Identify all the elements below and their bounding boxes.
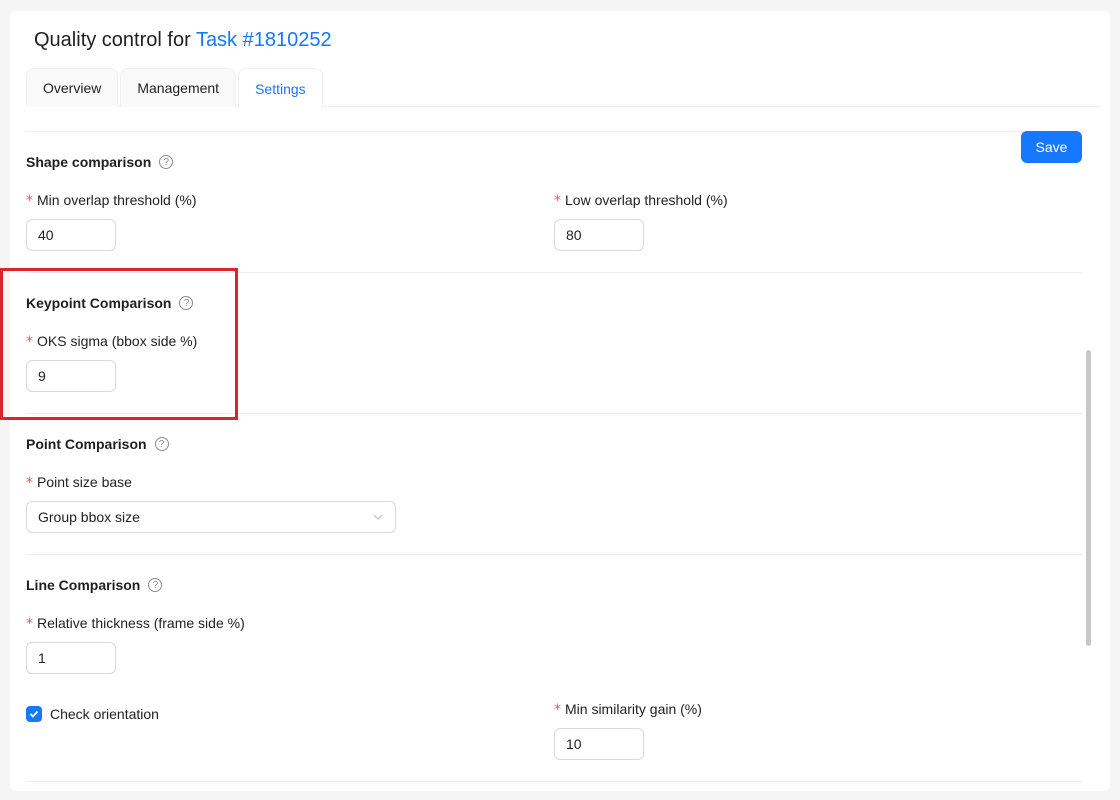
required-mark: * [554, 193, 561, 209]
min-similarity-gain-label-text: Min similarity gain (%) [565, 701, 702, 717]
oks-sigma-input[interactable] [26, 360, 116, 392]
min-similarity-gain-input[interactable] [554, 728, 644, 760]
help-icon[interactable]: ? [154, 437, 169, 451]
page-title-prefix: Quality control for [34, 29, 191, 51]
line-comparison-label: Line Comparison [26, 577, 141, 593]
point-comparison-label: Point Comparison [26, 436, 147, 452]
required-mark: * [26, 475, 33, 491]
keypoint-comparison-label: Keypoint Comparison [26, 295, 172, 311]
divider [26, 781, 1082, 782]
settings-panel: Save Shape comparison ? * Min overlap thr… [10, 108, 1110, 791]
divider [26, 272, 1082, 273]
tab-settings[interactable]: Settings [238, 68, 323, 108]
page-title: Quality control for Task #1810252 [34, 29, 332, 52]
help-icon[interactable]: ? [148, 578, 163, 592]
min-overlap-label-text: Min overlap threshold (%) [37, 192, 197, 208]
oks-sigma-label-text: OKS sigma (bbox side %) [37, 333, 198, 349]
line-comparison-title: Line Comparison ? [26, 577, 163, 593]
tab-overview[interactable]: Overview [26, 68, 119, 107]
shape-comparison-label: Shape comparison [26, 154, 152, 170]
relative-thickness-label: * Relative thickness (frame side %) [26, 615, 245, 632]
low-overlap-label: * Low overlap threshold (%) [554, 192, 728, 209]
point-size-base-label: * Point size base [26, 474, 132, 491]
checkmark-icon [29, 710, 39, 718]
help-icon[interactable]: ? [159, 155, 174, 169]
chevron-down-icon [373, 514, 383, 520]
tab-bar: Overview Management Settings [26, 68, 1100, 108]
required-mark: * [26, 616, 33, 632]
checkbox-checked-icon[interactable] [26, 706, 42, 722]
min-overlap-label: * Min overlap threshold (%) [26, 192, 197, 209]
shape-comparison-title: Shape comparison ? [26, 154, 174, 170]
required-mark: * [554, 702, 561, 718]
help-icon[interactable]: ? [179, 296, 194, 310]
point-size-base-select[interactable]: Group bbox size [26, 501, 396, 533]
check-orientation-checkbox[interactable]: Check orientation [26, 706, 159, 722]
low-overlap-label-text: Low overlap threshold (%) [565, 192, 728, 208]
check-orientation-label: Check orientation [50, 706, 159, 722]
divider [26, 413, 1082, 414]
relative-thickness-input[interactable] [26, 642, 116, 674]
quality-control-card: Quality control for Task #1810252 Overvi… [10, 11, 1110, 791]
required-mark: * [26, 334, 33, 350]
keypoint-comparison-title: Keypoint Comparison ? [26, 295, 194, 311]
divider [26, 554, 1082, 555]
save-button[interactable]: Save [1021, 131, 1082, 163]
task-link[interactable]: Task #1810252 [196, 29, 332, 51]
min-similarity-gain-label: * Min similarity gain (%) [554, 701, 702, 718]
oks-sigma-label: * OKS sigma (bbox side %) [26, 333, 197, 350]
tab-management[interactable]: Management [120, 68, 237, 107]
relative-thickness-label-text: Relative thickness (frame side %) [37, 615, 245, 631]
vertical-scrollbar[interactable] [1086, 350, 1091, 646]
point-comparison-title: Point Comparison ? [26, 436, 169, 452]
required-mark: * [26, 193, 33, 209]
low-overlap-input[interactable] [554, 219, 644, 251]
point-size-base-value: Group bbox size [38, 509, 140, 525]
min-overlap-input[interactable] [26, 219, 116, 251]
point-size-base-label-text: Point size base [37, 474, 132, 490]
divider [26, 131, 1082, 132]
